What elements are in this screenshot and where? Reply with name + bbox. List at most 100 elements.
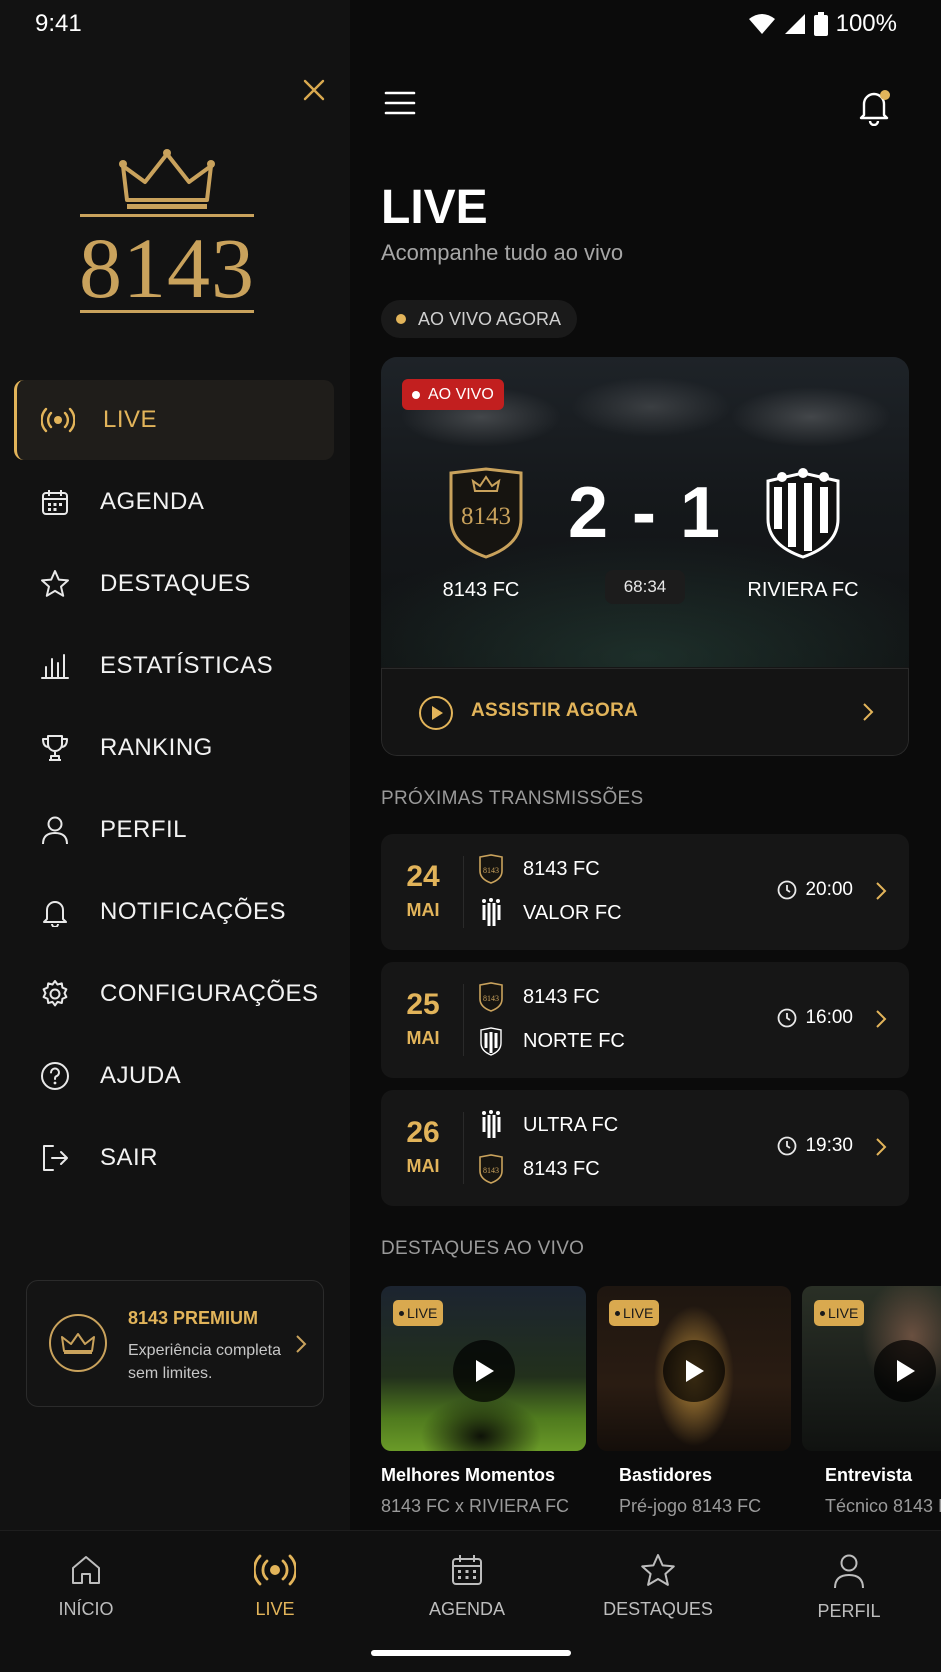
battery-icon: [813, 12, 828, 36]
upcoming-item[interactable]: 24 MAI 8143 8143 FC VALOR FC 20:00: [381, 834, 909, 950]
drawer-item-estatisticas[interactable]: ESTATÍSTICAS: [14, 626, 334, 706]
chevron-right-icon: [863, 703, 874, 721]
drawer-item-notificacoes[interactable]: NOTIFICAÇÕES: [14, 872, 334, 952]
upcoming-time: 20:00: [805, 879, 853, 900]
trophy-icon: [38, 731, 72, 765]
striped-crest-icon: [477, 898, 505, 928]
team1-name: 8143 FC: [523, 985, 600, 1008]
team2-name: VALOR FC: [523, 901, 622, 924]
drawer-item-destaques[interactable]: DESTAQUES: [14, 544, 334, 624]
upcoming-day: 24: [406, 860, 440, 893]
play-icon[interactable]: [874, 1340, 936, 1402]
bottom-nav-perfil[interactable]: PERFIL: [774, 1553, 924, 1622]
bar-chart-icon: [38, 649, 72, 683]
highlight-card[interactable]: LIVE Melhores Momentos 8143 FC x RIVIERA…: [381, 1286, 586, 1517]
signal-icon: [784, 14, 805, 34]
away-team-name: RIVIERA FC: [747, 579, 859, 601]
upcoming-day: 26: [406, 1116, 440, 1149]
bottom-nav-label: PERFIL: [817, 1601, 881, 1621]
play-icon[interactable]: [453, 1340, 515, 1402]
bottom-nav-label: AGENDA: [428, 1599, 506, 1619]
drawer-item-label: ESTATÍSTICAS: [100, 652, 274, 679]
drawer-item-label: SAIR: [100, 1144, 159, 1171]
upcoming-time: 16:00: [805, 1007, 853, 1028]
drawer-item-configuracoes[interactable]: CONFIGURAÇÕES: [14, 954, 334, 1034]
live-match-card[interactable]: AO VIVO 8143 2 - 1 8143 FC 68:34 RIVIERA…: [381, 357, 909, 756]
drawer-item-label: AJUDA: [100, 1062, 182, 1089]
drawer-item-live[interactable]: LIVE: [14, 380, 334, 460]
highlight-title: Bastidores: [619, 1465, 713, 1485]
highlight-subtitle: Pré-jogo 8143 FC: [619, 1496, 762, 1516]
calendar-icon: [452, 1555, 482, 1585]
drawer-item-label: LIVE: [103, 406, 158, 433]
upcoming-item[interactable]: 26 MAI ULTRA FC 8143 8143 FC 19:30: [381, 1090, 909, 1206]
bottom-nav-destaques[interactable]: DESTAQUES: [583, 1553, 733, 1620]
wifi-icon: [748, 14, 775, 34]
star-icon: [38, 567, 72, 601]
highlight-title: Melhores Momentos: [381, 1465, 556, 1485]
star-icon: [641, 1554, 675, 1586]
broadcast-icon: [41, 403, 75, 437]
chevron-right-icon: [296, 1335, 307, 1353]
live-dot: [396, 314, 406, 324]
drawer-item-ranking[interactable]: RANKING: [14, 708, 334, 788]
chevron-right-icon: [876, 882, 887, 900]
highlight-thumbnail: LIVE: [381, 1286, 586, 1451]
status-bar: 9:41 100%: [0, 0, 941, 48]
notification-bell-icon[interactable]: [856, 88, 892, 126]
highlight-card[interactable]: LIVE Entrevista Técnico 8143 FC: [802, 1286, 941, 1517]
user-icon: [38, 813, 72, 847]
crown-icon: [119, 149, 215, 209]
svg-text:8143: 8143: [483, 994, 499, 1003]
bottom-nav-label: DESTAQUES: [603, 1599, 713, 1619]
clock-icon: [778, 1136, 797, 1156]
upcoming-day: 25: [406, 988, 440, 1021]
highlight-title: Entrevista: [825, 1465, 913, 1485]
highlight-subtitle: Técnico 8143 FC: [825, 1496, 941, 1516]
team2-name: NORTE FC: [523, 1029, 625, 1052]
upcoming-item[interactable]: 25 MAI 8143 8143 FC NORTE FC 16:00: [381, 962, 909, 1078]
watch-now-button[interactable]: ASSISTIR AGORA: [381, 668, 909, 756]
play-icon[interactable]: [663, 1340, 725, 1402]
live-tag: LIVE: [393, 1300, 444, 1326]
brand-logo: 8143: [62, 148, 272, 318]
drawer-item-perfil[interactable]: PERFIL: [14, 790, 334, 870]
gold-crest-icon: 8143: [477, 854, 505, 884]
premium-card[interactable]: 8143 PREMIUM Experiência completa sem li…: [26, 1280, 324, 1407]
page-subtitle: Acompanhe tudo ao vivo: [381, 240, 624, 265]
menu-icon[interactable]: [384, 90, 416, 116]
close-icon[interactable]: [300, 76, 328, 104]
chevron-right-icon: [876, 1138, 887, 1156]
drawer-item-label: AGENDA: [100, 488, 205, 515]
bottom-nav-agenda[interactable]: AGENDA: [392, 1553, 542, 1620]
user-icon: [834, 1554, 864, 1589]
main-content: LIVE Acompanhe tudo ao vivo AO VIVO AGOR…: [350, 0, 941, 1530]
home-indicator: [371, 1650, 571, 1656]
team1-name: ULTRA FC: [523, 1113, 619, 1136]
drawer-item-agenda[interactable]: AGENDA: [14, 462, 334, 542]
premium-subtitle: Experiência completa sem limites.: [128, 1342, 281, 1382]
bottom-nav-inicio[interactable]: INÍCIO: [11, 1553, 161, 1620]
highlight-card[interactable]: LIVE Bastidores Pré-jogo 8143 FC: [597, 1286, 802, 1517]
bottom-nav-live[interactable]: LIVE: [200, 1553, 350, 1620]
gold-crest-icon: 8143: [477, 982, 505, 1012]
live-badge: AO VIVO: [402, 379, 504, 410]
crown-icon: [49, 1314, 107, 1372]
status-time: 9:41: [35, 10, 82, 37]
upcoming-section-title: PRÓXIMAS TRANSMISSÕES: [381, 788, 644, 809]
drawer-item-ajuda[interactable]: AJUDA: [14, 1036, 334, 1116]
striped-crest-icon: [477, 1026, 505, 1056]
home-icon: [72, 1556, 100, 1584]
battery-level: 100%: [835, 10, 897, 37]
live-now-label: AO VIVO AGORA: [418, 308, 562, 329]
clock-icon: [778, 880, 797, 900]
logo-text: 8143: [79, 220, 255, 316]
play-circle-icon: [419, 696, 453, 730]
live-tag: LIVE: [609, 1300, 660, 1326]
highlight-thumbnail: LIVE: [802, 1286, 941, 1451]
striped-crest-icon: [477, 1110, 505, 1140]
side-drawer: 8143 LIVE AGENDA DESTAQUES ESTATÍSTICAS …: [0, 0, 350, 1530]
drawer-item-sair[interactable]: SAIR: [14, 1118, 334, 1198]
chevron-right-icon: [876, 1010, 887, 1028]
live-tag-label: LIVE: [407, 1305, 438, 1321]
